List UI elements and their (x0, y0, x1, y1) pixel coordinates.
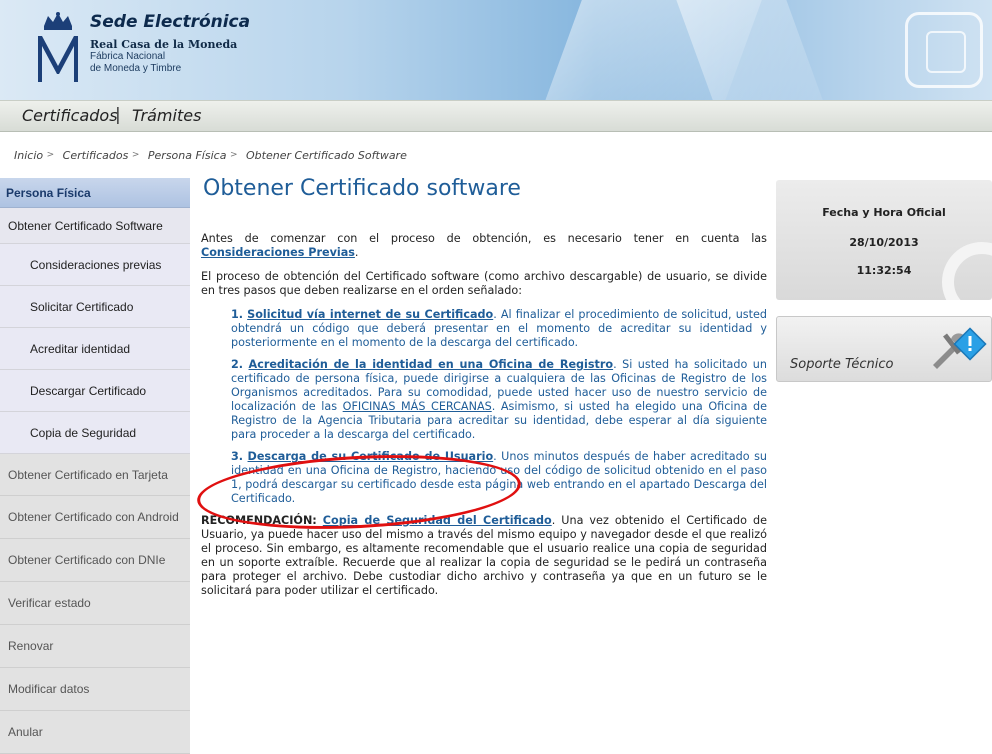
sidebar-item-acreditar[interactable]: Acreditar identidad (0, 328, 190, 370)
oficinas-cercanas-link[interactable]: OFICINAS MÁS CERCANAS (343, 400, 492, 413)
clock-date: 28/10/2013 (849, 236, 919, 249)
breadcrumb-persona-fisica[interactable]: Persona Física (148, 149, 227, 162)
org-subname: de Moneda y Timbre (90, 63, 182, 74)
acreditacion-link[interactable]: Acreditación de la identidad en una Ofic… (249, 358, 614, 371)
sidebar-item-descargar[interactable]: Descargar Certificado (0, 370, 190, 412)
official-clock-panel: Fecha y Hora Oficial 28/10/2013 11:32:54 (776, 180, 992, 300)
nav-certificados[interactable]: Certificados (22, 106, 118, 125)
breadcrumb-certificados[interactable]: Certificados (63, 149, 129, 162)
sidebar-item-consideraciones[interactable]: Consideraciones previas (0, 244, 190, 286)
breadcrumb-arrow-icon: > (46, 150, 55, 160)
descarga-link[interactable]: Descarga de su Certificado de Usuario (248, 450, 494, 463)
org-name: Real Casa de la Moneda (90, 38, 238, 51)
list-item: 2. Acreditación de la identidad en una O… (231, 358, 767, 442)
sidebar-item-verificar[interactable]: Verificar estado (0, 582, 190, 625)
recommendation-label: RECOMENDACIÓN: (201, 514, 317, 527)
sidebar-item-tarjeta[interactable]: Obtener Certificado en Tarjeta (0, 454, 190, 496)
sidebar-item-dnie[interactable]: Obtener Certificado con DNIe (0, 539, 190, 582)
intro-paragraph: Antes de comenzar con el proceso de obte… (201, 232, 767, 260)
page-title: Obtener Certificado software (203, 176, 521, 201)
breadcrumb-inicio[interactable]: Inicio (14, 149, 43, 162)
list-item: 3. Descarga de su Certificado de Usuario… (231, 450, 767, 506)
sidebar-item-solicitar[interactable]: Solicitar Certificado (0, 286, 190, 328)
sidebar-item-obtener-software[interactable]: Obtener Certificado Software (0, 208, 190, 244)
copia-seguridad-link[interactable]: Copia de Seguridad del Certificado (323, 514, 552, 527)
step-number: 2. (231, 358, 244, 371)
top-nav: Certificados | Trámites (0, 100, 992, 132)
site-title: Sede Electrónica (90, 12, 251, 32)
smartcard-chip-icon (905, 12, 983, 88)
sidebar-item-anular[interactable]: Anular (0, 711, 190, 754)
breadcrumb-arrow-icon: > (131, 150, 140, 160)
solicitud-link[interactable]: Solicitud vía internet de su Certificado (247, 308, 493, 321)
intro-text: Antes de comenzar con el proceso de obte… (201, 232, 767, 245)
sidebar-header[interactable]: Persona Física (0, 178, 190, 208)
process-paragraph: El proceso de obtención del Certificado … (201, 270, 767, 297)
support-label: Soporte Técnico (790, 357, 894, 372)
wrench-alert-icon (933, 327, 987, 369)
support-button[interactable]: Soporte Técnico (776, 316, 992, 382)
step-number: 3. (231, 450, 244, 463)
breadcrumb: Inicio > Certificados > Persona Física >… (14, 149, 412, 162)
intro-end: . (354, 246, 359, 259)
breadcrumb-arrow-icon: > (229, 150, 238, 160)
step-number: 1. (231, 308, 244, 321)
sidebar: Persona Física Obtener Certificado Softw… (0, 178, 190, 754)
breadcrumb-current: Obtener Certificado Software (246, 149, 407, 162)
sidebar-item-android[interactable]: Obtener Certificado con Android (0, 496, 190, 539)
list-item: 1. Solicitud vía internet de su Certific… (231, 308, 767, 350)
sidebar-item-modificar[interactable]: Modificar datos (0, 668, 190, 711)
main-content: Antes de comenzar con el proceso de obte… (201, 232, 767, 608)
header-banner: Sede Electrónica Real Casa de la Moneda … (0, 0, 992, 100)
consideraciones-link[interactable]: Consideraciones Previas (201, 246, 355, 259)
steps-list: 1. Solicitud vía internet de su Certific… (201, 308, 767, 506)
nav-separator: | (115, 105, 121, 125)
clock-time: 11:32:54 (856, 264, 912, 277)
clock-title: Fecha y Hora Oficial (822, 206, 946, 219)
crown-m-logo-icon (38, 12, 78, 82)
org-subname: Fábrica Nacional (90, 51, 166, 62)
recommendation-paragraph: RECOMENDACIÓN: Copia de Seguridad del Ce… (201, 514, 767, 598)
nav-tramites[interactable]: Trámites (132, 106, 201, 125)
sidebar-item-renovar[interactable]: Renovar (0, 625, 190, 668)
sidebar-item-copia-seguridad[interactable]: Copia de Seguridad (0, 412, 190, 454)
